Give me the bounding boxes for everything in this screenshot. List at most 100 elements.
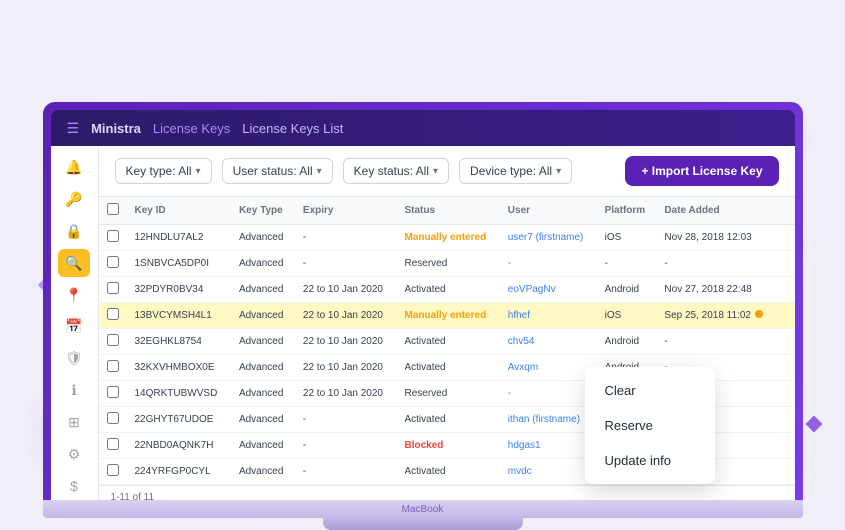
table-row: 12HNDLU7AL2 Advanced - Manually entered … (99, 225, 795, 251)
expiry-cell: 22 to 10 Jan 2020 (295, 303, 397, 329)
actions-cell (778, 303, 795, 329)
user-cell[interactable]: - (500, 381, 597, 407)
table-row: 32EGHKL8754 Advanced 22 to 10 Jan 2020 A… (99, 329, 795, 355)
row-checkbox[interactable] (107, 334, 119, 346)
col-status: Status (396, 197, 499, 225)
status-cell: Blocked (396, 433, 499, 459)
date-cell: - (656, 329, 777, 355)
status-cell: Activated (396, 407, 499, 433)
row-checkbox-cell[interactable] (99, 251, 127, 277)
key-id-cell: 14QRKTUBWVSD (127, 381, 231, 407)
expiry-cell: - (295, 459, 397, 485)
row-checkbox-cell[interactable] (99, 277, 127, 303)
row-checkbox-cell[interactable] (99, 381, 127, 407)
col-user: User (500, 197, 597, 225)
col-key-id: Key ID (127, 197, 231, 225)
date-cell: Nov 27, 2018 22:48 (656, 277, 777, 303)
expiry-cell: - (295, 407, 397, 433)
row-checkbox[interactable] (107, 386, 119, 398)
row-checkbox-cell[interactable] (99, 303, 127, 329)
table-row: 13BVCYMSH4L1 Advanced 22 to 10 Jan 2020 … (99, 303, 795, 329)
sidebar-icon-location[interactable]: 📍 (58, 281, 90, 309)
sidebar-icon-notification[interactable]: 🔔 (58, 154, 90, 182)
key-type-cell: Advanced (231, 433, 295, 459)
laptop-frame: ☰ Ministra License Keys License Keys Lis… (43, 102, 803, 530)
user-cell[interactable]: hdgas1 (500, 433, 597, 459)
chevron-down-icon: ▾ (556, 166, 561, 177)
key-id-cell: 32KXVHMBOX0E (127, 355, 231, 381)
actions-cell (778, 407, 795, 433)
row-checkbox[interactable] (107, 256, 119, 268)
sidebar-icon-calendar[interactable]: 📅 (58, 313, 90, 341)
row-checkbox-cell[interactable] (99, 355, 127, 381)
user-cell[interactable]: eoVPagNv (500, 277, 597, 303)
sidebar-icon-settings[interactable]: ⚙ (58, 440, 90, 468)
import-license-key-button[interactable]: + Import License Key (625, 156, 778, 186)
actions-cell (778, 277, 795, 303)
key-status-filter[interactable]: Key status: All ▾ (343, 158, 449, 184)
key-type-cell: Advanced (231, 251, 295, 277)
row-checkbox[interactable] (107, 412, 119, 424)
actions-cell (778, 433, 795, 459)
device-type-filter[interactable]: Device type: All ▾ (459, 158, 572, 184)
context-menu-reserve[interactable]: Reserve (585, 408, 715, 443)
row-checkbox[interactable] (107, 308, 119, 320)
key-id-cell: 32EGHKL8754 (127, 329, 231, 355)
row-checkbox-cell[interactable] (99, 225, 127, 251)
nav-brand: Ministra (91, 121, 141, 136)
expiry-cell: - (295, 225, 397, 251)
col-expiry: Expiry (295, 197, 397, 225)
screen-inner: ☰ Ministra License Keys License Keys Lis… (51, 110, 795, 500)
sidebar-icon-dollar[interactable]: $ (58, 472, 90, 500)
row-checkbox-cell[interactable] (99, 459, 127, 485)
table-row: 32PDYR0BV34 Advanced 22 to 10 Jan 2020 A… (99, 277, 795, 303)
select-all-checkbox[interactable] (107, 203, 119, 215)
sidebar-icon-search[interactable]: 🔍 (58, 249, 90, 277)
row-checkbox[interactable] (107, 282, 119, 294)
actions-cell (778, 381, 795, 407)
row-checkbox-cell[interactable] (99, 433, 127, 459)
sidebar-icon-shield[interactable]: 🛡 (58, 345, 90, 373)
key-id-cell: 13BVCYMSH4L1 (127, 303, 231, 329)
key-type-cell: Advanced (231, 459, 295, 485)
user-cell[interactable]: hfhef (500, 303, 597, 329)
laptop-label: MacBook (402, 504, 444, 515)
status-cell: Activated (396, 355, 499, 381)
col-platform: Platform (597, 197, 657, 225)
user-cell[interactable]: user7 (firstname) (500, 225, 597, 251)
key-id-cell: 32PDYR0BV34 (127, 277, 231, 303)
pagination: 1-11 of 11 (99, 485, 795, 500)
platform-cell: - (597, 251, 657, 277)
user-status-filter[interactable]: User status: All ▾ (222, 158, 333, 184)
expiry-cell: - (295, 251, 397, 277)
sidebar-icon-info[interactable]: ℹ (58, 377, 90, 405)
chevron-down-icon: ▾ (433, 166, 438, 177)
platform-cell: iOS (597, 303, 657, 329)
row-checkbox[interactable] (107, 230, 119, 242)
expiry-cell: 22 to 10 Jan 2020 (295, 381, 397, 407)
status-cell: Activated (396, 277, 499, 303)
row-checkbox-cell[interactable] (99, 329, 127, 355)
row-checkbox[interactable] (107, 360, 119, 372)
user-cell[interactable]: Avxqm (500, 355, 597, 381)
sidebar-icon-grid[interactable]: ⊞ (58, 409, 90, 437)
actions-cell (778, 329, 795, 355)
user-cell[interactable]: chv54 (500, 329, 597, 355)
actions-cell (778, 459, 795, 485)
row-checkbox[interactable] (107, 438, 119, 450)
key-type-filter[interactable]: Key type: All ▾ (115, 158, 212, 184)
context-menu-clear[interactable]: Clear (585, 373, 715, 408)
key-type-cell: Advanced (231, 303, 295, 329)
row-checkbox[interactable] (107, 464, 119, 476)
platform-cell: Android (597, 329, 657, 355)
context-menu-update-info[interactable]: Update info (585, 443, 715, 478)
row-checkbox-cell[interactable] (99, 407, 127, 433)
actions-cell (778, 355, 795, 381)
sidebar-icon-key[interactable]: 🔑 (58, 186, 90, 214)
user-cell[interactable]: ithan (firstname) (500, 407, 597, 433)
user-cell[interactable]: mvdc (500, 459, 597, 485)
user-cell[interactable]: - (500, 251, 597, 277)
sidebar-icon-lock[interactable]: 🔒 (58, 218, 90, 246)
filter-bar: Key type: All ▾ User status: All ▾ Key s… (99, 146, 795, 197)
hamburger-icon[interactable]: ☰ (67, 120, 80, 137)
